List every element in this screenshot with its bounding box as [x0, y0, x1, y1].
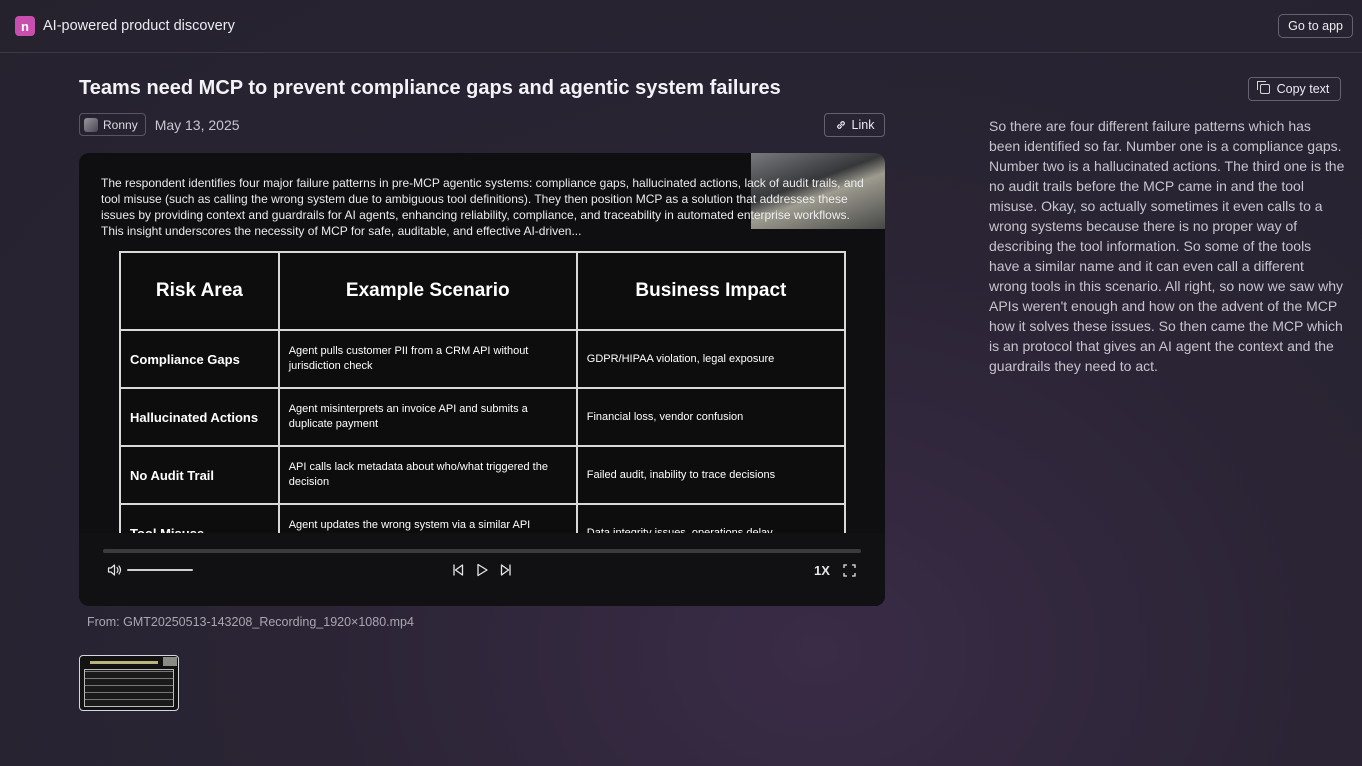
scenario-cell: Agent pulls customer PII from a CRM API … [277, 329, 578, 389]
video-source: From: GMT20250513-143208_Recording_1920×… [87, 615, 414, 629]
copy-icon [1256, 81, 1270, 94]
table-row: Tool Misuse Agent updates the wrong syst… [119, 503, 847, 533]
scenario-cell: Agent updates the wrong system via a sim… [277, 503, 578, 533]
risk-area-cell: No Audit Trail [119, 445, 280, 505]
copy-label: Copy text [1276, 82, 1330, 96]
avatar [84, 117, 98, 132]
video-thumbnail[interactable] [79, 655, 179, 711]
scenario-cell: API calls lack metadata about who/what t… [277, 445, 578, 505]
table-row: Hallucinated Actions Agent misinterprets… [119, 387, 847, 447]
volume-slider[interactable] [127, 569, 193, 571]
risk-area-cell: Tool Misuse [119, 503, 280, 533]
link-button[interactable]: Link [824, 113, 885, 137]
transcript-text: So there are four different failure patt… [989, 118, 1345, 374]
progress-bar[interactable] [103, 549, 861, 553]
table-row: No Audit Trail API calls lack metadata a… [119, 445, 847, 505]
video-frame: The respondent identifies four major fai… [79, 153, 885, 533]
risk-area-cell: Compliance Gaps [119, 329, 280, 389]
impact-cell: Data integrity issues, operations delay [575, 503, 847, 533]
skip-forward-icon[interactable] [499, 561, 513, 579]
thumbnail-table-preview [84, 669, 174, 707]
insight-summary: The respondent identifies four major fai… [101, 176, 864, 238]
table-header: Example Scenario [277, 251, 578, 331]
thumbnail-summary-preview [90, 661, 158, 664]
table-header: Business Impact [575, 251, 847, 331]
author-chip[interactable]: Ronny [79, 113, 146, 136]
impact-cell: Financial loss, vendor confusion [575, 387, 847, 447]
play-icon[interactable] [475, 561, 489, 579]
author-name: Ronny [103, 117, 138, 132]
brand-logo-icon[interactable]: n [15, 16, 35, 36]
thumbnail-speaker-preview [163, 657, 177, 666]
video-player[interactable]: The respondent identifies four major fai… [79, 153, 885, 606]
volume-icon[interactable] [107, 561, 123, 579]
table-header: Risk Area [119, 251, 280, 331]
fullscreen-icon[interactable] [842, 561, 856, 579]
risk-area-cell: Hallucinated Actions [119, 387, 280, 447]
app-title: AI-powered product discovery [43, 18, 235, 34]
risk-table: Risk Area Example Scenario Business Impa… [119, 251, 847, 533]
skip-back-icon[interactable] [451, 561, 465, 579]
insight-date: May 13, 2025 [154, 116, 240, 133]
top-bar: n AI-powered product discovery Go to app [0, 0, 1362, 53]
impact-cell: Failed audit, inability to trace decisio… [575, 445, 847, 505]
playback-speed-button[interactable]: 1X [813, 561, 831, 579]
link-icon [836, 121, 845, 129]
impact-cell: GDPR/HIPAA violation, legal exposure [575, 329, 847, 389]
insight-title: Teams need MCP to prevent compliance gap… [79, 77, 781, 99]
go-to-app-button[interactable]: Go to app [1278, 14, 1353, 38]
scenario-cell: Agent misinterprets an invoice API and s… [277, 387, 578, 447]
insight-meta: Ronny May 13, 2025 [79, 113, 240, 136]
link-label: Link [851, 118, 875, 132]
table-row: Compliance Gaps Agent pulls customer PII… [119, 329, 847, 389]
copy-text-button[interactable]: Copy text [1248, 77, 1341, 101]
